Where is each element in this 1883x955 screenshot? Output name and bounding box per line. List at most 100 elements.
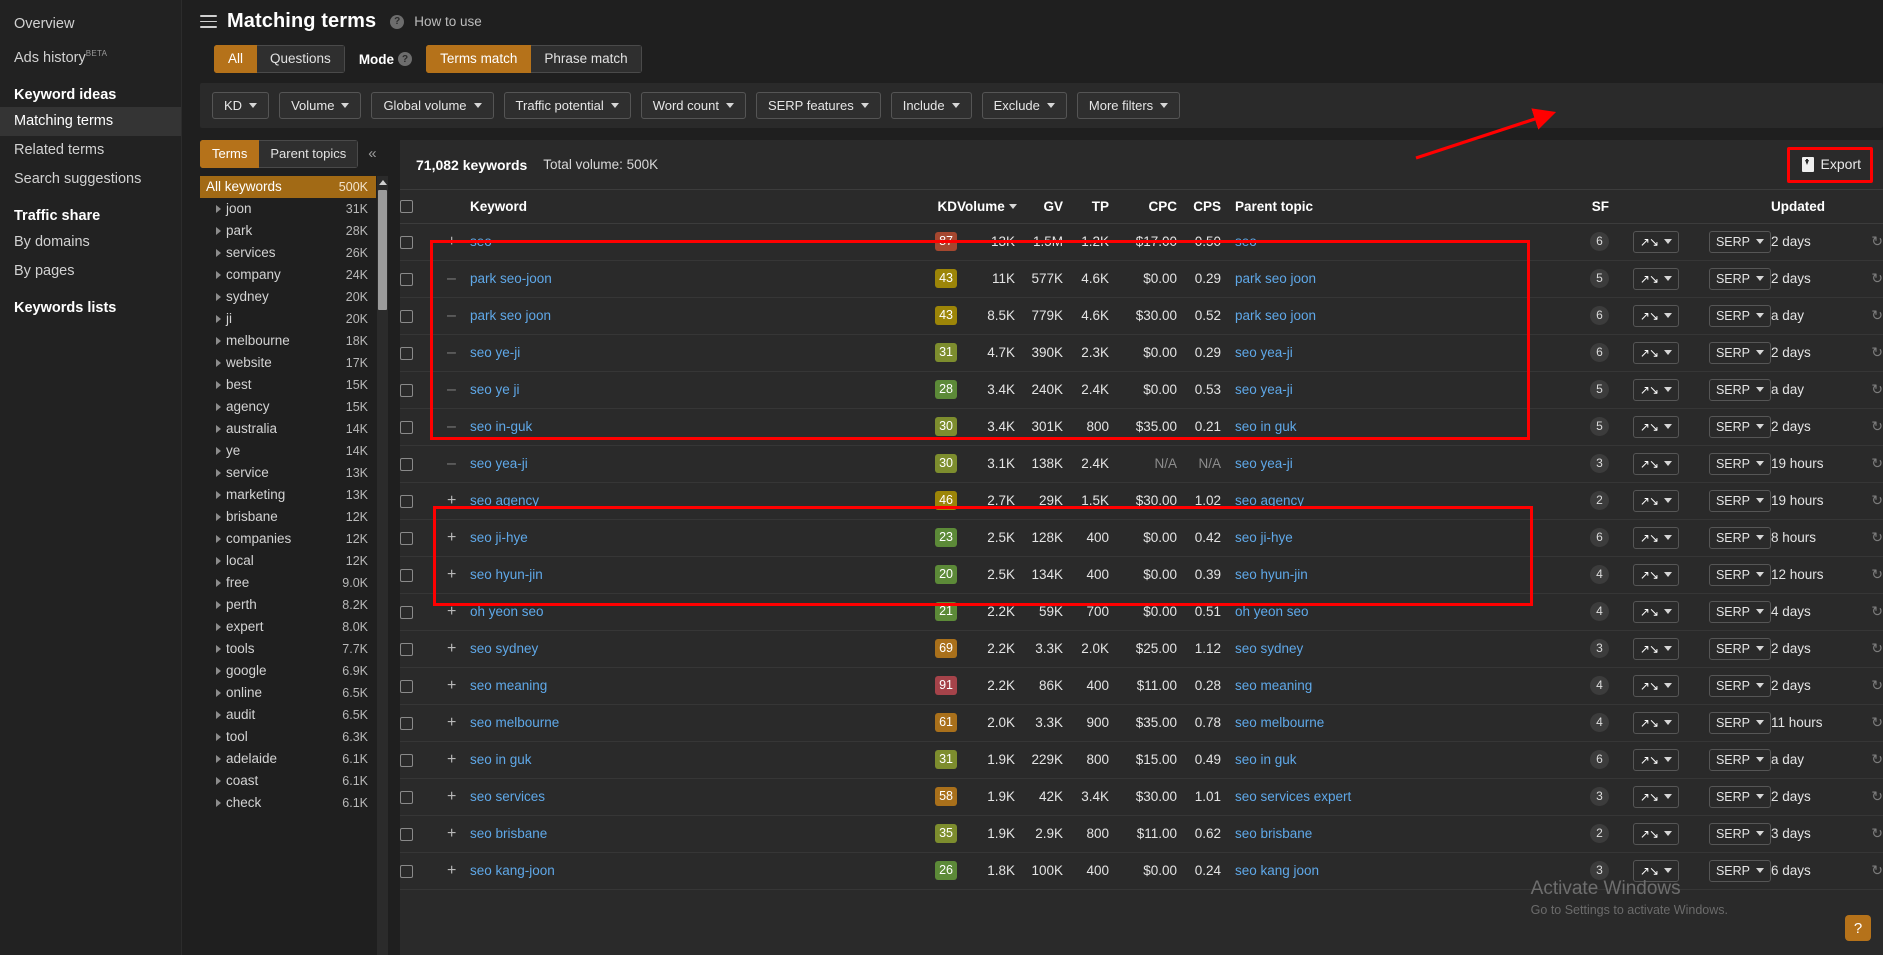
row-checkbox[interactable] [400,346,413,360]
terms-list-scrollbar[interactable] [377,176,388,955]
parent-topic-link[interactable]: seo yea-ji [1235,345,1293,360]
refresh-icon[interactable]: ↻ [1871,640,1883,656]
terms-list-item[interactable]: All keywords 500K [200,176,376,198]
chevron-right-icon[interactable] [216,711,221,719]
filter-volume[interactable]: Volume [279,92,362,119]
table-row[interactable]: + oh yeon seo 21 2.2K 59K 700 $0.00 0.51 oh yeon… [400,593,1883,631]
table-row[interactable]: + seo hyun-jin 20 2.5K 134K 400 $0.00 0.39 seo h… [400,556,1883,594]
table-row[interactable]: + seo 87 13K 1.5M 1.2K $17.00 0.50 seo 6 ↗↘ SERP 2 d… [400,223,1883,261]
row-checkbox[interactable] [400,235,413,249]
tab-terms-match[interactable]: Terms match [426,45,532,73]
serp-dropdown-button[interactable]: SERP [1708,748,1771,771]
row-checkbox[interactable] [400,420,413,434]
keyword-link[interactable]: seo yea-ji [470,456,528,471]
terms-list-item[interactable]: perth 8.2K [200,594,376,616]
terms-list-item[interactable]: website 17K [200,352,376,374]
parent-topic-link[interactable]: seo melbourne [1235,715,1324,730]
filter-traffic-potential[interactable]: Traffic potential [503,92,631,119]
sparkline-dropdown-button[interactable]: ↗↘ [1632,674,1679,697]
filter-include[interactable]: Include [890,92,972,119]
parent-topic-link[interactable]: seo sydney [1235,641,1303,656]
chevron-right-icon[interactable] [216,381,221,389]
sidebar-item-by-pages[interactable]: By pages [0,257,181,286]
serp-dropdown-button[interactable]: SERP [1708,378,1771,401]
scroll-up-icon[interactable] [378,176,387,189]
refresh-icon[interactable]: ↻ [1871,566,1883,582]
column-updated[interactable]: Updated [1771,188,1853,224]
table-row[interactable]: + seo melbourne 61 2.0K 3.3K 900 $35.00 0.78 seo… [400,704,1883,742]
terms-list-item[interactable]: local 12K [200,550,376,572]
hamburger-menu-icon[interactable] [200,15,217,28]
terms-list-item[interactable]: tool 6.3K [200,726,376,748]
row-checkbox[interactable] [400,753,413,767]
row-checkbox[interactable] [400,827,413,841]
refresh-icon[interactable]: ↻ [1871,233,1883,249]
keyword-link[interactable]: seo agency [470,493,539,508]
plus-icon[interactable]: + [438,825,462,842]
terms-list-item[interactable]: australia 14K [200,418,376,440]
terms-list-item[interactable]: agency 15K [200,396,376,418]
row-checkbox[interactable] [400,864,413,878]
row-checkbox[interactable] [400,642,413,656]
serp-dropdown-button[interactable]: SERP [1708,600,1771,623]
plus-icon[interactable]: + [438,529,462,546]
refresh-icon[interactable]: ↻ [1871,603,1883,619]
chevron-right-icon[interactable] [216,777,221,785]
keyword-link[interactable]: seo hyun-jin [470,567,543,582]
sidebar-section-keywords-lists[interactable]: Keywords lists [0,286,181,320]
chevron-right-icon[interactable] [216,403,221,411]
serp-dropdown-button[interactable]: SERP [1708,711,1771,734]
parent-topic-link[interactable]: seo [1235,234,1257,249]
scrollbar-thumb[interactable] [378,190,387,310]
chevron-right-icon[interactable] [216,227,221,235]
row-checkbox[interactable] [400,272,413,286]
minus-icon[interactable]: – [438,270,462,287]
table-row[interactable]: – seo ye ji 28 3.4K 240K 2.4K $0.00 0.53 seo yea… [400,371,1883,409]
keyword-link[interactable]: oh yeon seo [470,604,544,619]
terms-list-item[interactable]: sydney 20K [200,286,376,308]
chevron-right-icon[interactable] [216,337,221,345]
chevron-double-left-icon[interactable]: « [366,146,378,161]
row-checkbox[interactable] [400,790,413,804]
table-row[interactable]: + seo in guk 31 1.9K 229K 800 $15.00 0.49 seo in… [400,741,1883,779]
parent-topic-link[interactable]: oh yeon seo [1235,604,1309,619]
terms-list-item[interactable]: service 13K [200,462,376,484]
keyword-link[interactable]: park seo joon [470,308,551,323]
serp-dropdown-button[interactable]: SERP [1708,452,1771,475]
chevron-right-icon[interactable] [216,557,221,565]
filter-exclude[interactable]: Exclude [981,92,1067,119]
sidebar-item-search-suggestions[interactable]: Search suggestions [0,165,181,194]
terms-list-item[interactable]: online 6.5K [200,682,376,704]
sparkline-dropdown-button[interactable]: ↗↘ [1632,341,1679,364]
terms-list-item[interactable]: expert 8.0K [200,616,376,638]
parent-topic-link[interactable]: seo in guk [1235,419,1297,434]
sparkline-dropdown-button[interactable]: ↗↘ [1632,452,1679,475]
minus-icon[interactable]: – [438,455,462,472]
column-sf[interactable]: SF [1567,188,1609,224]
terms-list-scroll[interactable]: All keywords 500K joon 31K park 28K services 26… [200,176,388,955]
sidebar-item-overview[interactable]: Overview [0,10,181,39]
table-row[interactable]: + seo agency 46 2.7K 29K 1.5K $30.00 1.02 seo ag… [400,482,1883,520]
chevron-right-icon[interactable] [216,799,221,807]
chevron-right-icon[interactable] [216,579,221,587]
parent-topic-link[interactable]: seo brisbane [1235,826,1312,841]
parent-topic-link[interactable]: park seo joon [1235,308,1316,323]
chevron-right-icon[interactable] [216,249,221,257]
table-row[interactable]: – park seo-joon 43 11K 577K 4.6K $0.00 0.29 park… [400,260,1883,298]
sparkline-dropdown-button[interactable]: ↗↘ [1632,637,1679,660]
column-volume[interactable]: Volume [957,188,1017,224]
parent-topic-link[interactable]: seo meaning [1235,678,1312,693]
sparkline-dropdown-button[interactable]: ↗↘ [1632,822,1679,845]
refresh-icon[interactable]: ↻ [1871,677,1883,693]
sparkline-dropdown-button[interactable]: ↗↘ [1632,415,1679,438]
serp-dropdown-button[interactable]: SERP [1708,415,1771,438]
keyword-link[interactable]: seo meaning [470,678,547,693]
chevron-right-icon[interactable] [216,293,221,301]
serp-dropdown-button[interactable]: SERP [1708,563,1771,586]
tab-parent-topics[interactable]: Parent topics [259,140,359,168]
terms-list-item[interactable]: ye 14K [200,440,376,462]
keyword-link[interactable]: seo services [470,789,545,804]
chevron-right-icon[interactable] [216,491,221,499]
column-gv[interactable]: GV [1015,188,1063,224]
keyword-link[interactable]: park seo-joon [470,271,552,286]
